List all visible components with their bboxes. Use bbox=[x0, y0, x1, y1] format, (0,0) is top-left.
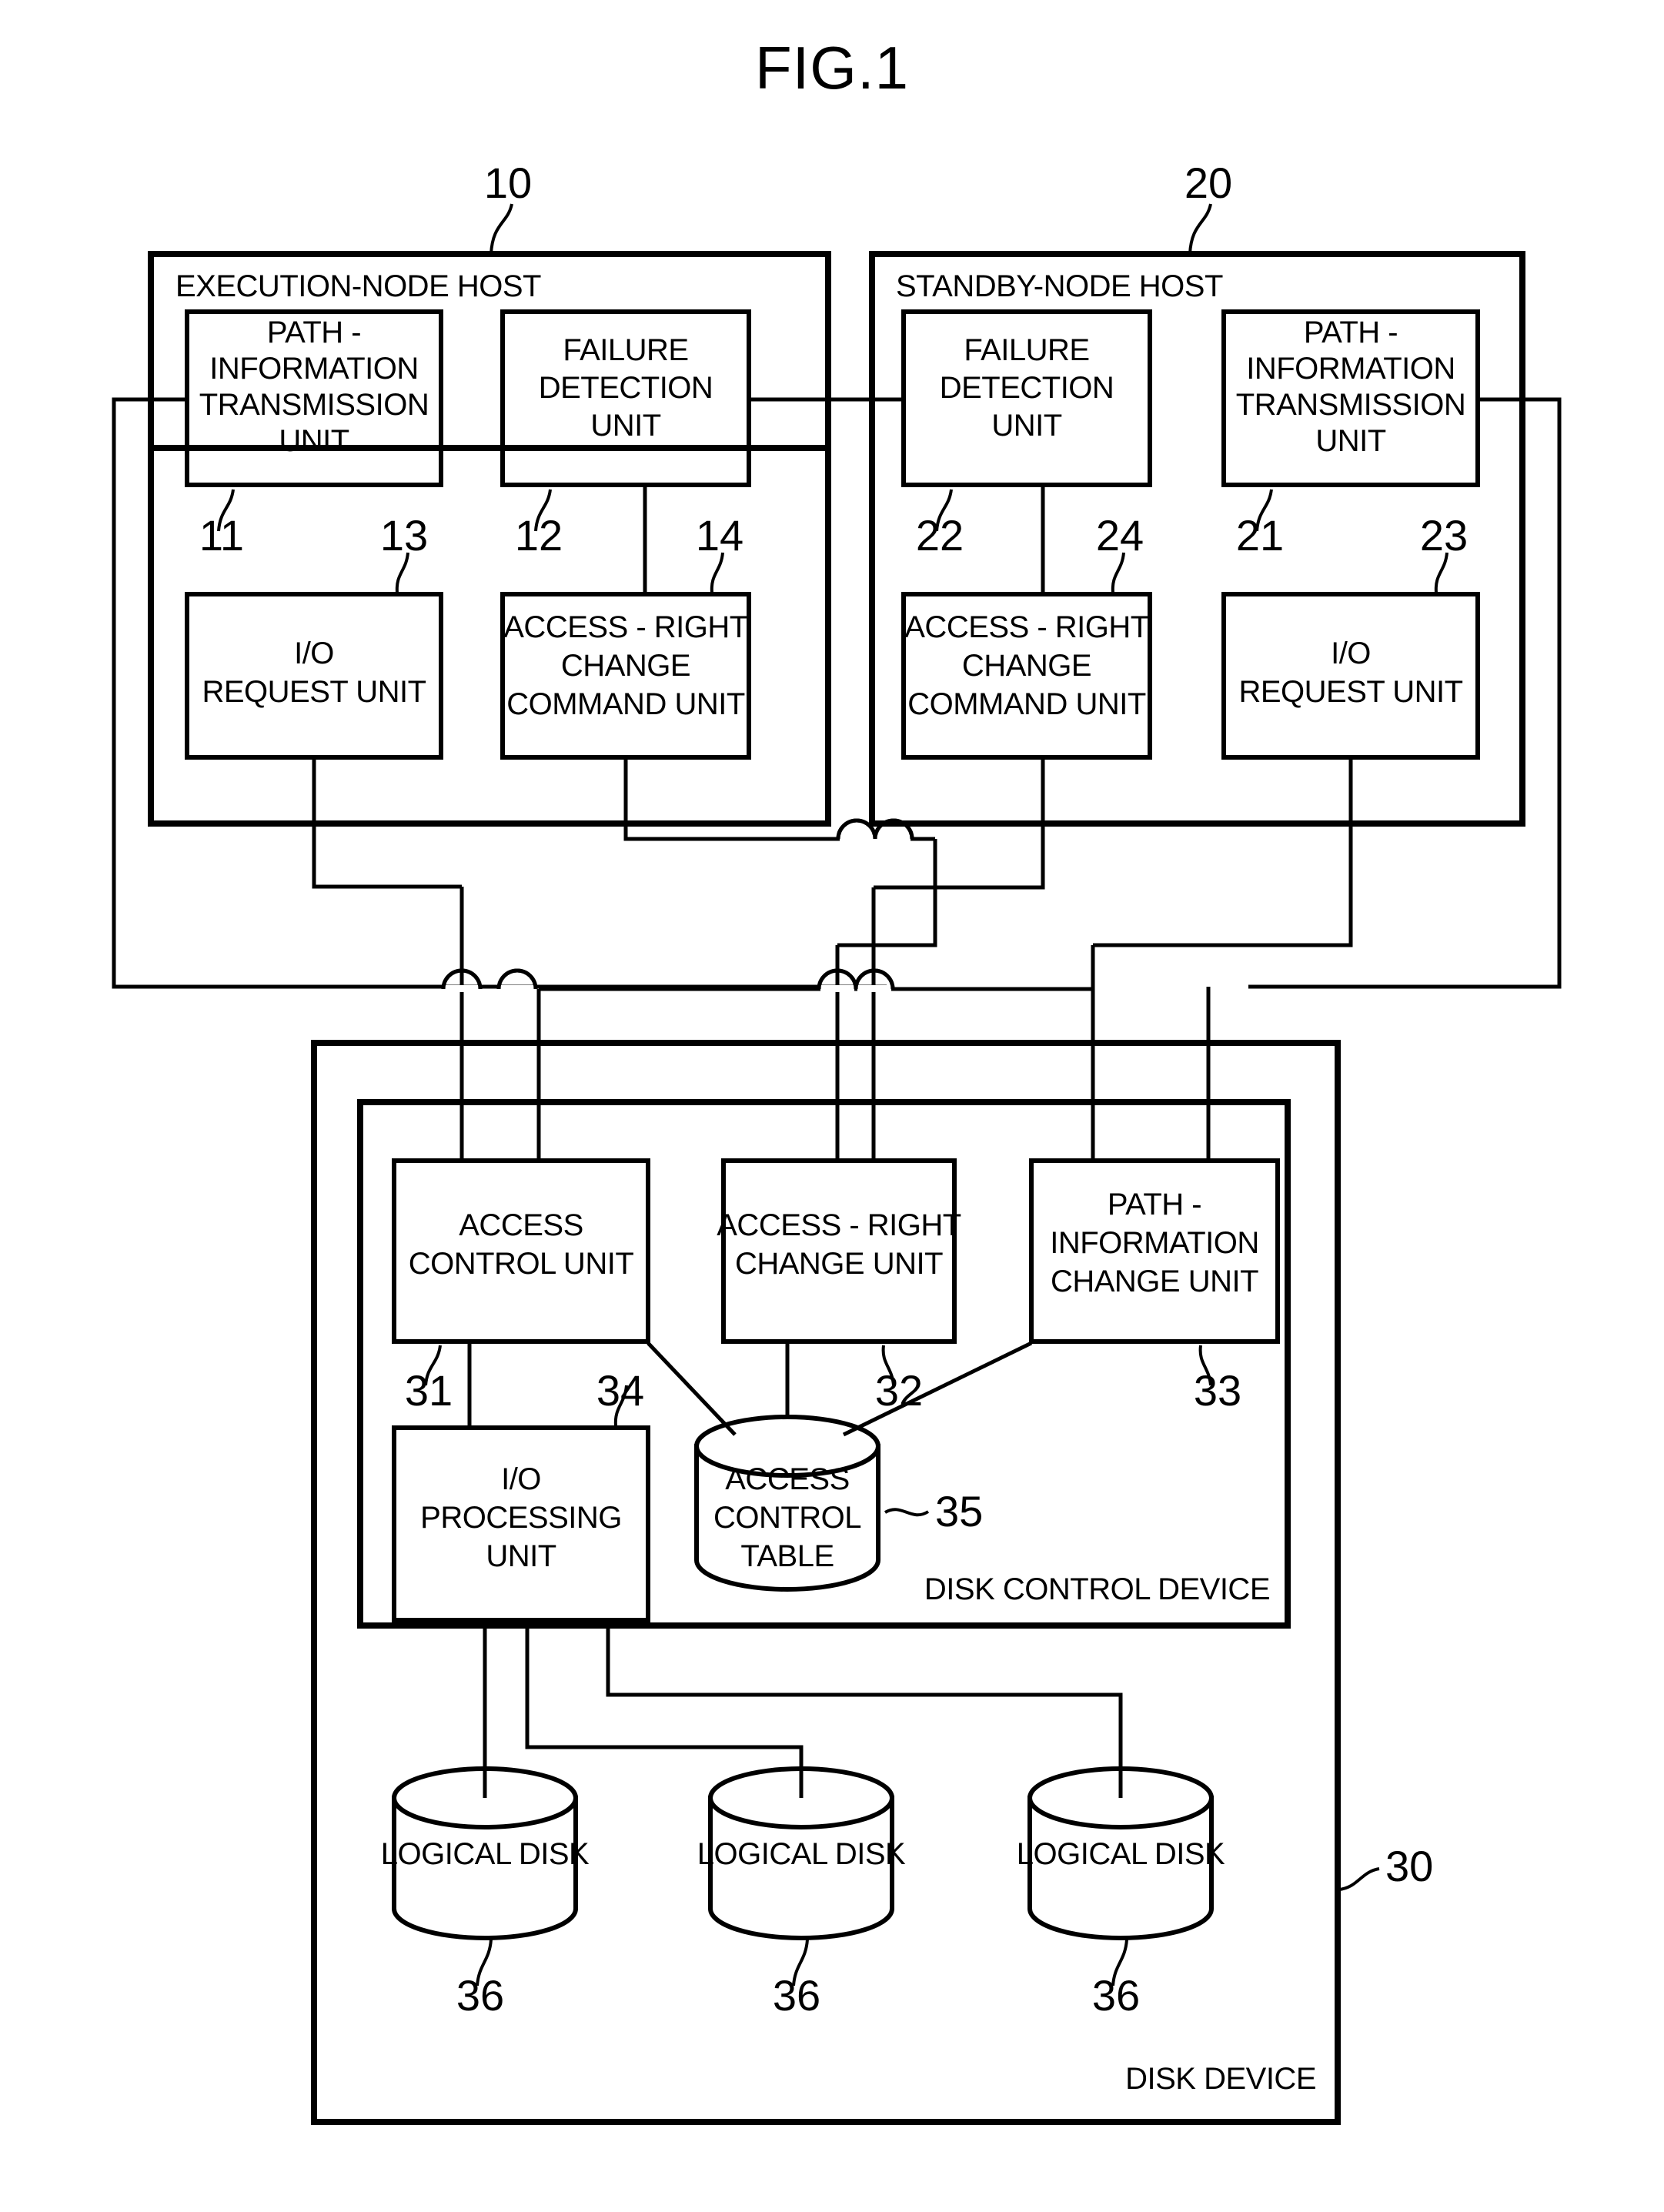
unit-label-line: FAILURE bbox=[563, 333, 688, 367]
unit-label-line: ACCESS - RIGHT bbox=[503, 610, 748, 644]
execution-node-host-label: EXECUTION-NODE HOST bbox=[175, 269, 541, 303]
unit-label-line: CHANGE UNIT bbox=[735, 1247, 943, 1281]
access-control-table[interactable]: ACCESS CONTROL TABLE bbox=[694, 1415, 880, 1592]
wire-hop-gaps bbox=[445, 835, 911, 992]
ref-number-34: 34 bbox=[596, 1366, 644, 1415]
standby-node-host-group: 20 STANDBY-NODE HOST FAILURE DETECTION U… bbox=[869, 159, 1525, 827]
unit-label-line: COMMAND UNIT bbox=[907, 687, 1146, 721]
figure-page: FIG.1 10 EXECUTION-NODE HOST PATH - INFO… bbox=[0, 0, 1664, 2212]
ref-leader-35 bbox=[884, 1508, 930, 1517]
unit-label-line: CHANGE bbox=[561, 649, 690, 683]
figure-title: FIG.1 bbox=[755, 34, 909, 102]
wire-hop-gap bbox=[445, 985, 479, 992]
unit-label-line: CHANGE UNIT bbox=[1051, 1265, 1258, 1298]
unit-label-line: INFORMATION bbox=[209, 352, 419, 386]
unit-label-line: REQUEST UNIT bbox=[1238, 675, 1462, 709]
link-access-control-unit-to-table bbox=[647, 1342, 737, 1436]
unit-label-line: PATH - bbox=[1108, 1188, 1201, 1221]
wire-exec-access-right-cmd-to-bus bbox=[837, 839, 937, 947]
ref-leader-20 bbox=[1188, 203, 1212, 255]
ref-number-12: 12 bbox=[515, 511, 563, 560]
ref-number-31: 31 bbox=[405, 1366, 453, 1415]
unit-label-line: I/O bbox=[294, 637, 334, 670]
wire-hop-gap bbox=[877, 835, 911, 842]
ref-number-36: 36 bbox=[456, 1971, 504, 2020]
wire-standby-io-request-down bbox=[1270, 757, 1353, 947]
disk-control-device-group: DISK CONTROL DEVICE ACCESS CONTROL UNIT … bbox=[357, 1099, 1291, 1629]
table-label-line: ACCESS bbox=[725, 1462, 850, 1496]
wire-hop-gap bbox=[820, 985, 854, 992]
ref-number-20: 20 bbox=[1185, 159, 1232, 207]
unit-label-line: CHANGE bbox=[962, 649, 1091, 683]
unit-label-line: UNIT bbox=[991, 409, 1061, 443]
unit-label-line: ACCESS bbox=[459, 1208, 583, 1242]
unit-label-line: PROCESSING bbox=[420, 1501, 622, 1535]
wire-hop-gap bbox=[857, 985, 891, 992]
logical-disk-label: LOGICAL DISK bbox=[381, 1837, 590, 1871]
ref-number-23: 23 bbox=[1420, 511, 1468, 560]
ref-number-30: 30 bbox=[1385, 1842, 1433, 1890]
ref-leader-10 bbox=[490, 203, 513, 255]
unit-label-line: TRANSMISSION bbox=[1236, 388, 1465, 422]
io-processing-to-disks-wiring bbox=[483, 1620, 1123, 1798]
ref-number-13: 13 bbox=[380, 511, 428, 560]
standby-node-host-label: STANDBY-NODE HOST bbox=[896, 269, 1223, 303]
unit-label-line: CONTROL UNIT bbox=[409, 1247, 634, 1281]
ref-number-36: 36 bbox=[1092, 1971, 1140, 2020]
unit-label-line: PATH - bbox=[267, 316, 361, 349]
disk-device-label: DISK DEVICE bbox=[1125, 2062, 1316, 2096]
host-to-disk-control-wiring bbox=[112, 397, 1562, 1161]
logical-disk-label: LOGICAL DISK bbox=[1017, 1837, 1225, 1871]
ref-number-36: 36 bbox=[773, 1971, 820, 2020]
logical-disk-label: LOGICAL DISK bbox=[697, 1837, 906, 1871]
unit-label-line: UNIT bbox=[279, 424, 349, 458]
unit-label-line: UNIT bbox=[1315, 424, 1385, 458]
ref-number-14: 14 bbox=[696, 511, 743, 560]
table-label-line: CONTROL bbox=[713, 1501, 861, 1535]
unit-label-line: FAILURE bbox=[964, 333, 1089, 367]
wire-crossing-hops-top bbox=[441, 818, 914, 990]
ref-leader-30 bbox=[1338, 1867, 1380, 1891]
unit-label-line: DETECTION bbox=[539, 371, 713, 405]
ref-number-10: 10 bbox=[484, 159, 532, 207]
ref-number-22: 22 bbox=[916, 511, 964, 560]
ref-number-24: 24 bbox=[1096, 511, 1144, 560]
unit-label-line: REQUEST UNIT bbox=[202, 675, 426, 709]
ref-number-35: 35 bbox=[935, 1487, 983, 1535]
table-label-line: TABLE bbox=[740, 1539, 834, 1573]
unit-label-line: UNIT bbox=[486, 1539, 556, 1573]
unit-label-line: PATH - bbox=[1304, 316, 1398, 349]
unit-label-line: I/O bbox=[501, 1462, 541, 1496]
wire-io-processing-to-logical-disk-3 bbox=[606, 1620, 1123, 1798]
unit-label-line: ACCESS - RIGHT bbox=[904, 610, 1149, 644]
execution-node-host-group: 10 EXECUTION-NODE HOST PATH - INFORMATIO… bbox=[148, 159, 831, 827]
wire-standby-io-request-to-access-control bbox=[539, 945, 1095, 991]
wire-exec-access-right-cmd-down bbox=[623, 757, 816, 841]
link-path-information-change-unit-to-table bbox=[842, 1341, 1033, 1437]
ref-number-21: 21 bbox=[1236, 511, 1284, 560]
wire-hop-gap bbox=[840, 835, 874, 842]
unit-label-line: ACCESS - RIGHT bbox=[717, 1208, 961, 1242]
unit-label-line: TRANSMISSION bbox=[199, 388, 429, 422]
unit-label-line: INFORMATION bbox=[1050, 1226, 1259, 1260]
unit-label-line: UNIT bbox=[590, 409, 660, 443]
patent-figure-diagram: FIG.1 10 EXECUTION-NODE HOST PATH - INFO… bbox=[112, 34, 1562, 2125]
ref-number-33: 33 bbox=[1194, 1366, 1241, 1415]
unit-label-line: INFORMATION bbox=[1246, 352, 1455, 386]
unit-label-line: I/O bbox=[1331, 637, 1371, 670]
unit-label-line: DETECTION bbox=[940, 371, 1114, 405]
wire-hop-gap bbox=[500, 985, 534, 992]
ref-number-11: 11 bbox=[199, 511, 244, 560]
disk-control-device-label: DISK CONTROL DEVICE bbox=[924, 1572, 1270, 1606]
unit-label-line: COMMAND UNIT bbox=[506, 687, 745, 721]
logical-disks-group: LOGICAL DISK 36 LOGICAL DISK 36 LOGICAL … bbox=[381, 1766, 1226, 2020]
